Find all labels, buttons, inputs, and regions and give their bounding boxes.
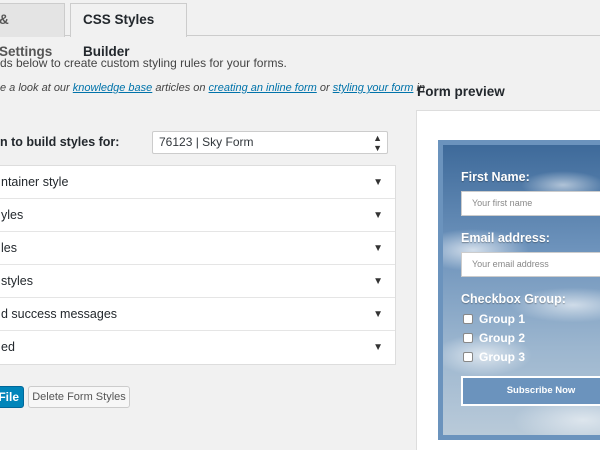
intro-text: ds below to create custom styling rules …: [0, 56, 287, 70]
select-arrows-icon: ▲ ▼: [373, 132, 382, 153]
form-select[interactable]: 76123 | Sky Form ▲ ▼: [152, 131, 388, 154]
accordion-item[interactable]: ed ▼: [0, 331, 395, 364]
accordion-item[interactable]: yles ▼: [0, 199, 395, 232]
chevron-down-icon: ▼: [373, 309, 383, 320]
tab-settings[interactable]: & Settings: [0, 3, 65, 59]
accordion-item-label: d success messages: [1, 307, 118, 321]
accordion-item[interactable]: les ▼: [0, 232, 395, 265]
chevron-down-icon: ▼: [373, 243, 383, 254]
accordion-item-label: les: [1, 241, 17, 255]
checkbox-label: Group 2: [479, 331, 526, 345]
delete-form-styles-button[interactable]: Delete Form Styles: [28, 386, 130, 408]
form-preview-title: Form preview: [417, 84, 505, 99]
tab-css-styles-builder[interactable]: CSS Styles Builder: [70, 3, 187, 59]
checkbox-icon: [463, 352, 473, 362]
subscribe-button[interactable]: Subscribe Now: [461, 376, 600, 406]
checkbox-group-2[interactable]: Group 2: [463, 331, 525, 345]
inline-form-link[interactable]: creating an inline form: [209, 82, 317, 94]
accordion-item-label: ed: [1, 340, 15, 354]
accordion-item-success-messages[interactable]: d success messages ▼: [0, 298, 395, 331]
checkbox-icon: [463, 314, 473, 324]
help-text-part: e a look at our: [0, 82, 73, 94]
styling-form-link[interactable]: styling your form: [333, 82, 414, 94]
checkbox-group-3[interactable]: Group 3: [463, 350, 525, 364]
first-name-field[interactable]: Your first name: [461, 191, 600, 216]
save-file-button[interactable]: File: [0, 386, 24, 408]
checkbox-group-label: Checkbox Group:: [461, 292, 566, 306]
help-text: e a look at our knowledge base articles …: [0, 82, 425, 94]
accordion-item[interactable]: styles ▼: [0, 265, 395, 298]
checkbox-group-1[interactable]: Group 1: [463, 312, 525, 326]
tab-bar: & Settings CSS Styles Builder: [0, 0, 600, 59]
form-preview: First Name: Your first name Email addres…: [438, 140, 600, 440]
checkbox-label: Group 1: [479, 312, 526, 326]
help-text-part: or: [316, 82, 333, 94]
help-text-part: articles on: [152, 82, 209, 94]
chevron-down-icon: ▼: [373, 210, 383, 221]
email-label: Email address:: [461, 231, 550, 245]
accordion-item-container-style[interactable]: ntainer style ▼: [0, 166, 395, 199]
email-field[interactable]: Your email address: [461, 252, 600, 277]
accordion-item-label: ntainer style: [1, 175, 69, 189]
first-name-label: First Name:: [461, 170, 530, 184]
form-select-value: 76123 | Sky Form: [159, 135, 254, 149]
chevron-down-icon: ▼: [373, 342, 383, 353]
accordion-item-label: styles: [1, 274, 33, 288]
chevron-down-icon: ▼: [373, 177, 383, 188]
checkbox-label: Group 3: [479, 350, 526, 364]
chevron-down-icon: ▼: [373, 276, 383, 287]
checkbox-icon: [463, 333, 473, 343]
style-sections-accordion: ntainer style ▼ yles ▼ les ▼ styles ▼ d succ…: [0, 165, 396, 365]
knowledge-base-link[interactable]: knowledge base: [73, 82, 153, 94]
form-select-label: n to build styles for:: [0, 135, 120, 149]
accordion-item-label: yles: [1, 208, 24, 222]
